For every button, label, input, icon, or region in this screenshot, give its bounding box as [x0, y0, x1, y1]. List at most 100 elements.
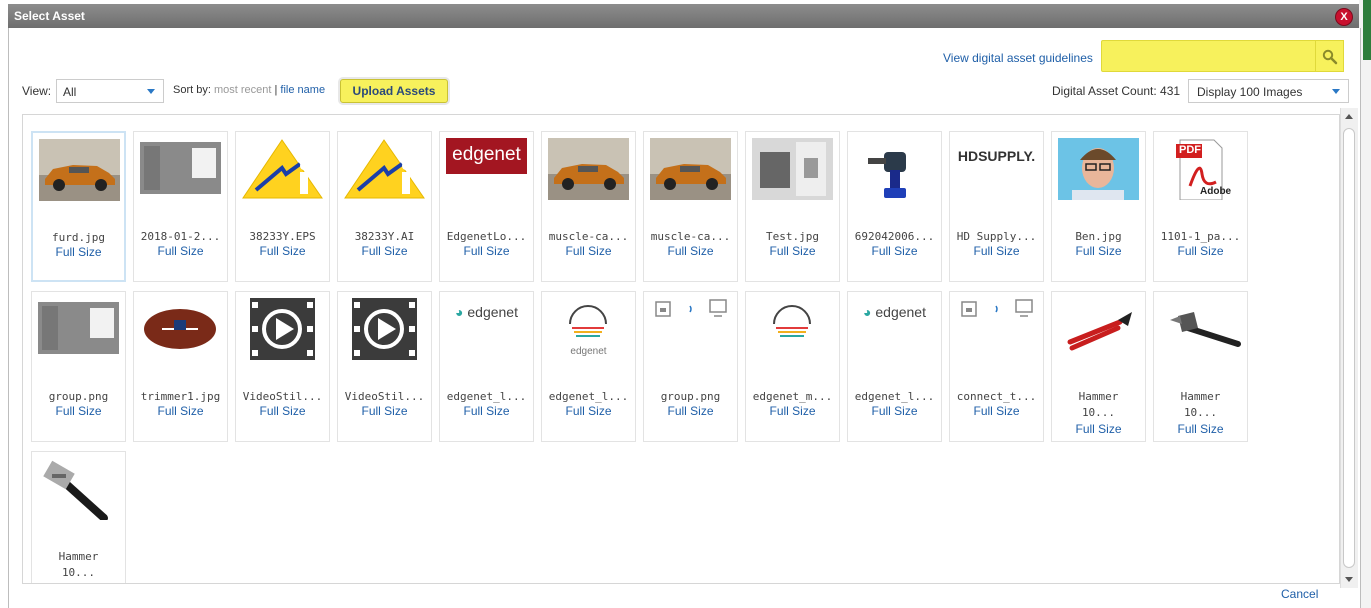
full-size-link[interactable]: Full Size	[33, 245, 124, 259]
portrait-icon	[1058, 138, 1139, 200]
screenshot-icon	[140, 138, 221, 200]
scroll-thumb[interactable]	[1343, 128, 1355, 568]
close-button[interactable]: X	[1335, 8, 1353, 26]
asset-file-name: 38233Y.AI	[354, 230, 415, 243]
asset-file-name: EdgenetLo...	[446, 230, 527, 243]
asset-file-name: Ben.jpg	[1075, 230, 1122, 243]
display-count-select[interactable]: Display 100 Images	[1188, 79, 1349, 103]
full-size-link[interactable]: Full Size	[1052, 244, 1145, 258]
asset-tile[interactable]: ◕ edgenet edgenet_l... Full Size	[439, 291, 534, 442]
asset-file-name: VideoStil...	[242, 390, 323, 403]
pipe-wrench-icon	[38, 458, 119, 520]
asset-tile[interactable]: group.png Full Size	[31, 291, 126, 442]
pdf-badge-label: PDF	[1179, 144, 1201, 156]
asset-tile[interactable]: 2018-01-2... Full Size	[133, 131, 228, 282]
full-size-link[interactable]: Full Size	[746, 244, 839, 258]
drill-icon	[854, 138, 935, 200]
asset-tile[interactable]: Ben.jpg Full Size	[1051, 131, 1146, 282]
asset-tile[interactable]: muscle-ca... Full Size	[541, 131, 636, 282]
asset-tile[interactable]: 38233Y.AI Full Size	[337, 131, 432, 282]
asset-file-name: edgenet_l...	[548, 390, 629, 403]
asset-tile[interactable]: edgenet_m... Full Size	[745, 291, 840, 442]
asset-file-name: 1101-1_pa...	[1160, 230, 1241, 243]
search-button[interactable]	[1316, 40, 1344, 72]
sort-most-recent[interactable]: most recent	[214, 84, 271, 96]
full-size-link[interactable]: Full Size	[134, 244, 227, 258]
hd-supply-logo-icon: HDSUPPLY.	[956, 138, 1037, 200]
asset-file-name: edgenet_l...	[854, 390, 935, 403]
asset-tile[interactable]: VideoStil... Full Size	[235, 291, 330, 442]
asset-tile[interactable]: PDF Adobe 1101-1_pa... Full Size	[1153, 131, 1248, 282]
full-size-link[interactable]: Full Size	[236, 404, 329, 418]
asset-file-name: group.png	[48, 390, 109, 403]
asset-file-name-line2: 10...	[61, 566, 96, 579]
full-size-link[interactable]: Full Size	[440, 404, 533, 418]
asset-tile[interactable]: 692042006... Full Size	[847, 131, 942, 282]
asset-tile[interactable]: group.png Full Size	[643, 291, 738, 442]
full-size-link[interactable]: Full Size	[950, 404, 1043, 418]
asset-tile[interactable]: Hammer 10... Full Size	[1153, 291, 1248, 442]
sort-separator: |	[274, 84, 278, 96]
hammer-icon	[1160, 298, 1241, 360]
asset-count: Digital Asset Count: 431	[1052, 84, 1181, 98]
full-size-link[interactable]: Full Size	[644, 404, 737, 418]
asset-tile[interactable]: Test.jpg Full Size	[745, 131, 840, 282]
connect-icons-icon	[956, 298, 1037, 360]
car-photo-icon	[548, 138, 629, 200]
warning-sign-icon	[242, 138, 323, 200]
asset-file-name: edgenet_m...	[752, 390, 833, 403]
asset-tile[interactable]: furd.jpg Full Size	[31, 131, 126, 282]
full-size-link[interactable]: Full Size	[134, 404, 227, 418]
edgenet-logo-text: edgenet	[467, 304, 518, 320]
asset-tile[interactable]: ◕ edgenet edgenet_l... Full Size	[847, 291, 942, 442]
asset-tile[interactable]: trimmer1.jpg Full Size	[133, 291, 228, 442]
asset-grid: furd.jpg Full Size 2018-01-2... Full Size 38…	[22, 114, 1340, 584]
display-count-value: Display 100 Images	[1197, 85, 1303, 99]
full-size-link[interactable]: Full Size	[644, 244, 737, 258]
dialog-title: Select Asset	[14, 9, 85, 23]
view-select[interactable]: All	[56, 79, 164, 103]
full-size-link[interactable]: Full Size	[542, 404, 635, 418]
asset-file-name: group.png	[660, 390, 721, 403]
screenshot-icon	[38, 298, 119, 360]
scroll-down-arrow[interactable]	[1341, 571, 1358, 588]
full-size-link[interactable]: Full Size	[746, 404, 839, 418]
search-icon	[1322, 49, 1338, 65]
full-size-link[interactable]: Full Size	[542, 244, 635, 258]
asset-file-name: furd.jpg	[52, 231, 105, 244]
scroll-up-arrow[interactable]	[1341, 108, 1358, 125]
asset-tile[interactable]: muscle-ca... Full Size	[643, 131, 738, 282]
asset-file-name-line2: 10...	[1183, 406, 1218, 419]
cancel-button[interactable]: Cancel	[1281, 587, 1318, 601]
full-size-link[interactable]: Full Size	[950, 244, 1043, 258]
full-size-link[interactable]: Full Size	[1154, 422, 1247, 436]
full-size-link[interactable]: Full Size	[32, 404, 125, 418]
upload-assets-button[interactable]: Upload Assets	[340, 79, 448, 103]
full-size-link[interactable]: Full Size	[440, 244, 533, 258]
asset-tile[interactable]: connect_t... Full Size	[949, 291, 1044, 442]
search-input[interactable]	[1102, 41, 1327, 71]
asset-tile[interactable]: Hammer 10... Full Size	[1051, 291, 1146, 442]
view-select-value: All	[63, 85, 77, 99]
asset-tile[interactable]: VideoStil... Full Size	[337, 291, 432, 442]
sort-file-name[interactable]: file name	[280, 84, 325, 96]
asset-tile[interactable]: edgenet EdgenetLo... Full Size	[439, 131, 534, 282]
full-size-link[interactable]: Full Size	[338, 244, 431, 258]
full-size-link[interactable]: Full Size	[1052, 422, 1145, 436]
asset-tile[interactable]: 38233Y.EPS Full Size	[235, 131, 330, 282]
edgenet-mark-icon	[752, 298, 833, 360]
full-size-link[interactable]: Full Size	[1154, 244, 1247, 258]
asset-file-name: connect_t...	[956, 390, 1037, 403]
full-size-link[interactable]: Full Size	[848, 404, 941, 418]
asset-grid-scrollbar[interactable]	[1340, 108, 1358, 588]
full-size-link[interactable]: Full Size	[236, 244, 329, 258]
edgenet-logo-icon: ◕ edgenet	[455, 304, 518, 320]
full-size-link[interactable]: Full Size	[338, 404, 431, 418]
asset-tile[interactable]: Hammer 10...	[31, 451, 126, 583]
full-size-link[interactable]: Full Size	[848, 244, 941, 258]
asset-tile[interactable]: edgenet edgenet_l... Full Size	[541, 291, 636, 442]
asset-tile[interactable]: HDSUPPLY. HD Supply... Full Size	[949, 131, 1044, 282]
asset-file-name: VideoStil...	[344, 390, 425, 403]
asset-file-name: Hammer	[1180, 390, 1221, 403]
guidelines-link[interactable]: View digital asset guidelines	[943, 51, 1093, 65]
